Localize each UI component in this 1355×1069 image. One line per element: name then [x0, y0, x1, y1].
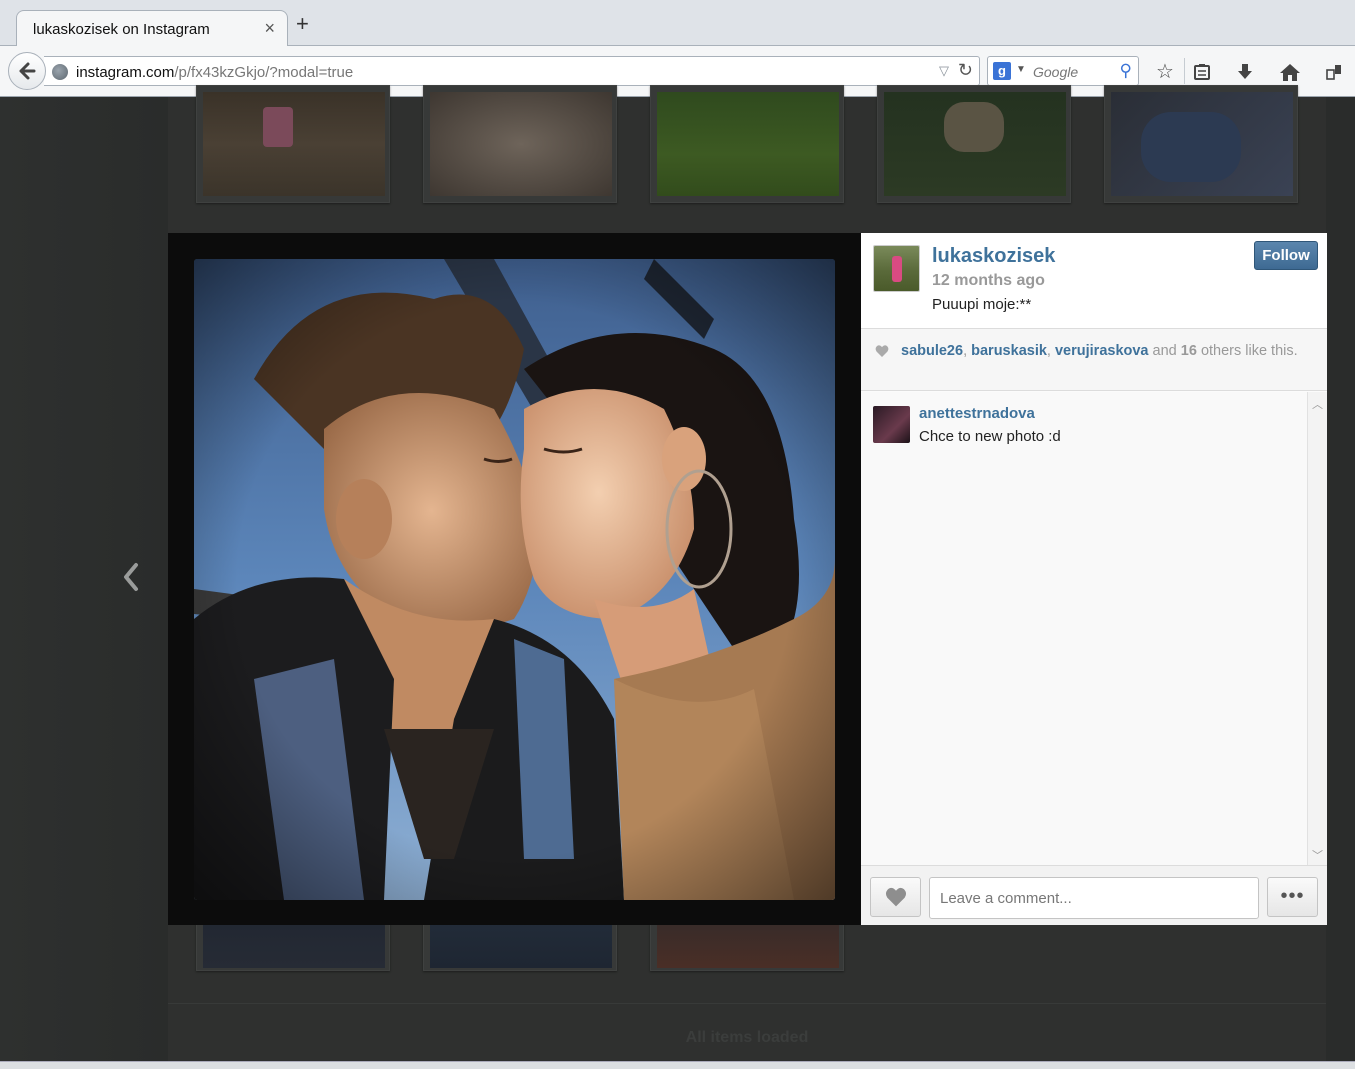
- url-text[interactable]: instagram.com/p/fx43kzGkjo/?modal=true: [76, 64, 353, 81]
- download-icon[interactable]: [1233, 60, 1257, 84]
- grid-photo[interactable]: [423, 85, 617, 203]
- grid-photo-image: [657, 92, 839, 196]
- tab-title: lukaskozisek on Instagram: [33, 21, 210, 38]
- more-options-button[interactable]: •••: [1267, 877, 1318, 917]
- url-history-dropdown-icon[interactable]: ▽: [939, 63, 949, 79]
- likes-summary: sabule26, baruskasik, verujiraskova and …: [861, 329, 1327, 391]
- liker-link[interactable]: baruskasik: [971, 343, 1047, 359]
- new-tab-button[interactable]: +: [296, 13, 309, 35]
- engine-dropdown-icon[interactable]: ▼: [1016, 64, 1026, 75]
- heart-icon: [875, 345, 889, 357]
- likes-and: and: [1152, 343, 1177, 359]
- heart-icon: [885, 887, 906, 907]
- photo-panel: [168, 233, 861, 925]
- comments-list: anettestrnadova Chce to new photo :d: [861, 392, 1307, 865]
- url-host: instagram.com: [76, 64, 175, 81]
- grid-photo[interactable]: [877, 85, 1071, 203]
- url-bar[interactable]: instagram.com/p/fx43kzGkjo/?modal=true ▽…: [44, 56, 980, 86]
- home-icon[interactable]: [1278, 60, 1302, 84]
- bookmark-star-icon[interactable]: ☆: [1153, 60, 1177, 84]
- overflow-menu-icon[interactable]: [1322, 60, 1346, 84]
- back-arrow-icon: [19, 62, 36, 80]
- search-box[interactable]: g ▼ Google ⚲: [987, 56, 1139, 86]
- grid-photo[interactable]: [650, 85, 844, 203]
- grid-photo-image: [203, 92, 385, 196]
- post-photo[interactable]: [194, 259, 835, 900]
- all-items-loaded-text: All items loaded: [685, 1029, 809, 1046]
- commenter-username[interactable]: anettestrnadova: [919, 405, 1035, 422]
- grid-photo-image: [884, 92, 1066, 196]
- search-input[interactable]: Google: [1033, 64, 1078, 80]
- grid-photo[interactable]: [196, 85, 390, 203]
- owner-avatar[interactable]: [873, 245, 920, 292]
- search-icon[interactable]: ⚲: [1120, 61, 1132, 81]
- likes-others-count[interactable]: 16: [1181, 343, 1197, 359]
- commenter-avatar[interactable]: [873, 406, 910, 443]
- previous-photo-arrow-icon[interactable]: [118, 559, 144, 595]
- liker-link[interactable]: sabule26: [901, 343, 963, 359]
- comment-input[interactable]: [929, 877, 1259, 919]
- grid-divider: [168, 1003, 1326, 1004]
- post-details-panel: lukaskozisek 12 months ago Puuupi moje:*…: [861, 233, 1327, 925]
- owner-username[interactable]: lukaskozisek: [932, 245, 1055, 268]
- post-caption: Puuupi moje:**: [932, 296, 1032, 313]
- comment-text: Chce to new photo :d: [919, 428, 1061, 445]
- globe-icon: [52, 64, 68, 80]
- tab-bar: lukaskozisek on Instagram × +: [0, 0, 1355, 47]
- browser-status-bar: [0, 1061, 1355, 1069]
- reload-icon[interactable]: ↻: [958, 60, 973, 81]
- grid-photo-image: [430, 92, 612, 196]
- grid-photo[interactable]: [1104, 85, 1298, 203]
- toolbar-separator: [1184, 58, 1185, 84]
- scroll-up-icon[interactable]: ︿: [1312, 396, 1323, 412]
- tab-close-icon[interactable]: ×: [264, 18, 275, 39]
- post-photo-image: [194, 259, 835, 900]
- grid-photo-image: [1111, 92, 1293, 196]
- like-button[interactable]: [870, 877, 921, 917]
- page-right-margin: [1326, 97, 1355, 1061]
- bookmarks-list-icon[interactable]: [1190, 60, 1214, 84]
- follow-button[interactable]: Follow: [1254, 241, 1318, 270]
- browser-tab[interactable]: lukaskozisek on Instagram ×: [16, 10, 288, 47]
- liker-link[interactable]: verujiraskova: [1055, 343, 1149, 359]
- url-path: /p/fx43kzGkjo/?modal=true: [174, 64, 354, 81]
- likes-text: sabule26, baruskasik, verujiraskova and …: [901, 343, 1298, 359]
- post-timestamp[interactable]: 12 months ago: [932, 272, 1045, 290]
- scroll-down-icon[interactable]: ﹀: [1312, 847, 1323, 863]
- likes-suffix: others like this.: [1200, 343, 1298, 359]
- google-engine-icon[interactable]: g: [993, 62, 1011, 80]
- post-header: lukaskozisek 12 months ago Puuupi moje:*…: [861, 233, 1327, 329]
- comments-scrollbar[interactable]: ︿ ﹀: [1307, 392, 1327, 865]
- comment-footer: •••: [861, 865, 1327, 925]
- back-button[interactable]: [8, 52, 46, 90]
